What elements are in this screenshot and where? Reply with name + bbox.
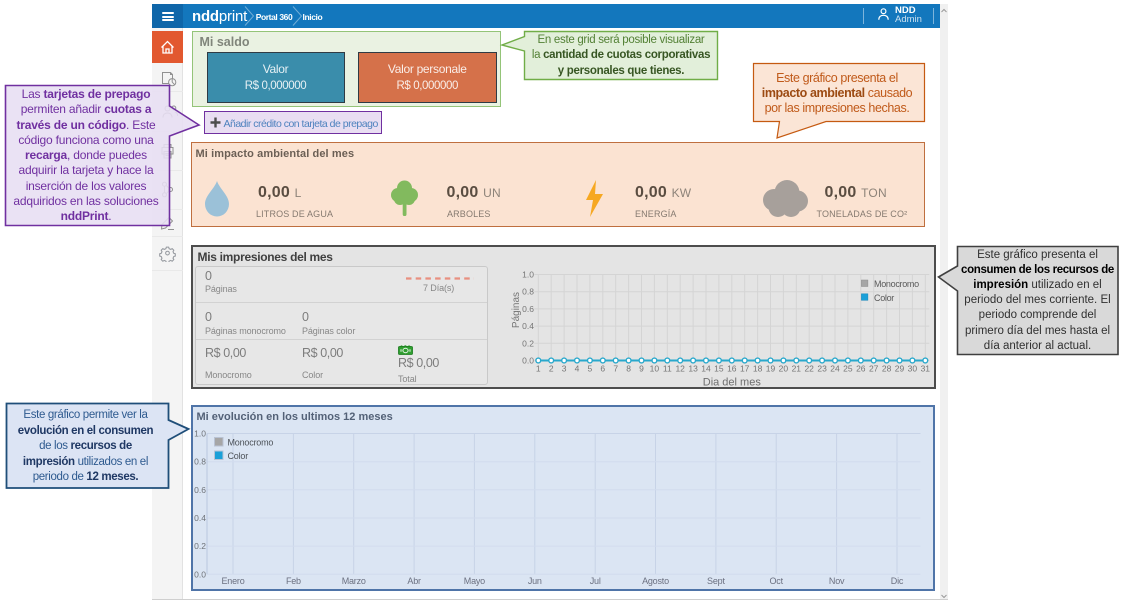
svg-text:Jul: Jul <box>589 576 600 586</box>
svg-text:Dic: Dic <box>890 576 903 586</box>
svg-text:0.8: 0.8 <box>522 286 534 296</box>
svg-text:Marzo: Marzo <box>341 576 365 586</box>
svg-text:23: 23 <box>817 363 827 373</box>
svg-text:0.6: 0.6 <box>522 303 534 313</box>
svg-text:22: 22 <box>804 363 814 373</box>
svg-text:Color: Color <box>227 451 248 461</box>
svg-text:14: 14 <box>701 363 711 373</box>
svg-text:0.4: 0.4 <box>522 321 534 331</box>
svg-text:Dia del mes: Dia del mes <box>702 376 761 388</box>
svg-text:1.0: 1.0 <box>194 428 206 438</box>
svg-text:29: 29 <box>894 363 904 373</box>
svg-text:20: 20 <box>778 363 788 373</box>
svg-text:0.8: 0.8 <box>194 456 206 466</box>
svg-text:17: 17 <box>739 363 749 373</box>
svg-text:21: 21 <box>791 363 801 373</box>
svg-text:15: 15 <box>714 363 724 373</box>
svg-text:Enero: Enero <box>221 576 244 586</box>
svg-text:25: 25 <box>843 363 853 373</box>
svg-text:26: 26 <box>856 363 866 373</box>
svg-text:31: 31 <box>920 363 930 373</box>
svg-text:3: 3 <box>561 363 566 373</box>
svg-text:18: 18 <box>752 363 762 373</box>
svg-text:5: 5 <box>587 363 592 373</box>
svg-text:6: 6 <box>600 363 605 373</box>
svg-text:Jun: Jun <box>527 576 541 586</box>
svg-text:0.2: 0.2 <box>194 541 206 551</box>
svg-text:2: 2 <box>548 363 553 373</box>
svg-text:Monocromo: Monocromo <box>874 279 919 289</box>
svg-text:Mayo: Mayo <box>463 576 484 586</box>
svg-text:Abr: Abr <box>407 576 421 586</box>
svg-text:8: 8 <box>626 363 631 373</box>
svg-text:Nov: Nov <box>828 576 844 586</box>
svg-text:0.2: 0.2 <box>522 338 534 348</box>
svg-text:0.0: 0.0 <box>194 569 206 579</box>
svg-text:24: 24 <box>830 363 840 373</box>
svg-text:Oct: Oct <box>769 576 783 586</box>
svg-text:13: 13 <box>688 363 698 373</box>
svg-text:4: 4 <box>574 363 579 373</box>
svg-text:1.0: 1.0 <box>522 269 534 279</box>
svg-text:7: 7 <box>613 363 618 373</box>
svg-text:Agosto: Agosto <box>642 576 669 586</box>
svg-text:16: 16 <box>727 363 737 373</box>
svg-text:0.0: 0.0 <box>522 355 534 365</box>
svg-text:30: 30 <box>907 363 917 373</box>
svg-text:27: 27 <box>868 363 878 373</box>
svg-text:0.6: 0.6 <box>194 484 206 494</box>
svg-text:10: 10 <box>649 363 659 373</box>
svg-text:9: 9 <box>639 363 644 373</box>
svg-text:19: 19 <box>765 363 775 373</box>
svg-text:12: 12 <box>675 363 685 373</box>
svg-text:11: 11 <box>662 363 671 373</box>
svg-text:Feb: Feb <box>285 576 300 586</box>
svg-text:Monocromo: Monocromo <box>227 437 273 447</box>
svg-text:28: 28 <box>881 363 891 373</box>
svg-text:Páginas: Páginas <box>511 291 522 327</box>
svg-text:Color: Color <box>874 293 894 303</box>
svg-text:1: 1 <box>535 363 540 373</box>
svg-text:Sept: Sept <box>707 576 725 586</box>
svg-text:0.4: 0.4 <box>194 513 206 523</box>
